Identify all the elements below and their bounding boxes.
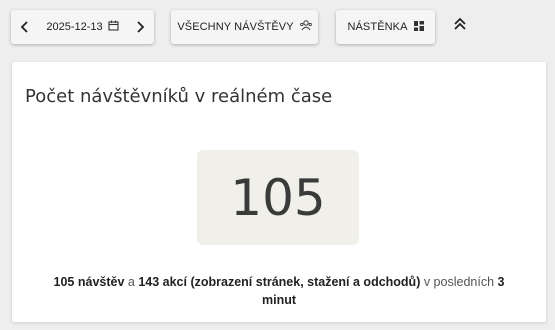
date-text: 2025-12-13	[46, 21, 103, 33]
conjunction-text: a	[124, 275, 139, 289]
actions-count-text: 143 akcí (zobrazení stránek, stažení a o…	[138, 275, 421, 289]
activity-summary: 105 návštěv a 143 akcí (zobrazení stráne…	[32, 273, 526, 309]
toolbar: 2025-12-13 VŠECHNY NÁVŠTĚVY NÁSTĚNKA	[0, 0, 555, 52]
dashboard-label: NÁSTĚNKA	[347, 21, 408, 33]
dashboard-grid-icon	[413, 20, 424, 34]
all-visits-label: VŠECHNY NÁVŠTĚVY	[177, 21, 294, 33]
dashboard-button[interactable]: NÁSTĚNKA	[336, 10, 435, 44]
all-visits-button[interactable]: VŠECHNY NÁVŠTĚVY	[171, 10, 318, 44]
visitor-counter-box: 105	[197, 150, 359, 245]
realtime-visitors-card: Počet návštěvníků v reálném čase 105 105…	[12, 62, 546, 322]
minutes-unit: minut	[261, 293, 297, 307]
visitor-count: 105	[230, 168, 326, 227]
visitors-icon	[299, 20, 312, 34]
card-title: Počet návštěvníků v reálném čase	[25, 86, 333, 107]
date-selector: 2025-12-13	[11, 10, 154, 44]
double-chevron-up-icon	[453, 17, 467, 36]
date-picker-button[interactable]: 2025-12-13	[46, 20, 119, 34]
visits-count-text: 105 návštěv	[53, 275, 125, 289]
chevron-left-icon[interactable]	[20, 21, 29, 33]
minutes-number: 3	[497, 275, 505, 289]
calendar-icon	[108, 20, 119, 34]
collapse-button[interactable]	[449, 14, 471, 38]
period-text: v posledních	[420, 275, 498, 289]
chevron-right-icon[interactable]	[136, 21, 145, 33]
